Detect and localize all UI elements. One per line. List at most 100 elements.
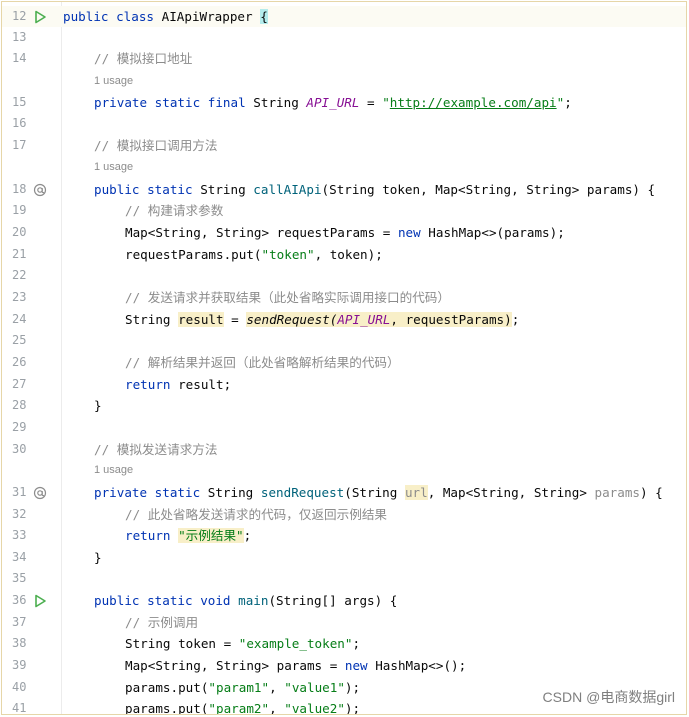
code-line-17[interactable]: 17 // 模拟接口调用方法 xyxy=(2,135,686,156)
code-text: } xyxy=(94,550,102,565)
line-number: 31 xyxy=(12,485,27,499)
line-number: 33 xyxy=(12,528,27,542)
line-number: 29 xyxy=(12,420,27,434)
code-text: public static String callAIApi(String to… xyxy=(94,182,656,197)
line-number: 40 xyxy=(12,680,27,694)
line-number: 26 xyxy=(12,355,27,369)
code-line-18[interactable]: 18 public static String callAIApi(String… xyxy=(2,179,686,200)
line-number: 25 xyxy=(12,333,27,347)
code-comment: // 构建请求参数 xyxy=(125,203,224,218)
code-line-14[interactable]: 14 // 模拟接口地址 xyxy=(2,48,686,69)
usage-hint[interactable]: 1 usage xyxy=(2,71,686,92)
matched-brace: { xyxy=(260,9,268,24)
line-number: 18 xyxy=(12,182,27,196)
code-line-25[interactable]: 25 xyxy=(2,330,686,351)
line-number: 21 xyxy=(12,247,27,261)
at-gutter-icon[interactable] xyxy=(33,183,47,197)
run-gutter-icon[interactable] xyxy=(33,594,47,608)
url-link[interactable]: http://example.com/api xyxy=(390,95,557,110)
code-line-21[interactable]: 21 requestParams.put("token", token); xyxy=(2,244,686,265)
code-line-16[interactable]: 16 xyxy=(2,113,686,134)
code-text: String token = "example_token"; xyxy=(125,636,361,651)
warning-highlight[interactable]: sendRequest(API_URL, requestParams) xyxy=(246,312,512,327)
code-text: Map<String, String> requestParams = new … xyxy=(125,225,565,240)
line-number: 27 xyxy=(12,377,27,391)
line-number: 13 xyxy=(12,30,27,44)
code-line-35[interactable]: 35 xyxy=(2,568,686,589)
code-line-29[interactable]: 29 xyxy=(2,417,686,438)
string-highlight: "示例结果" xyxy=(178,528,244,543)
code-text: private static String sendRequest(String… xyxy=(94,485,663,500)
code-line-31[interactable]: 31 private static String sendRequest(Str… xyxy=(2,482,686,503)
code-line-12[interactable]: 12 public class AIApiWrapper { xyxy=(2,6,686,27)
usage-label[interactable]: 1 usage xyxy=(94,71,133,92)
at-gutter-icon[interactable] xyxy=(33,486,47,500)
line-number: 34 xyxy=(12,550,27,564)
code-text: public static void main(String[] args) { xyxy=(94,593,398,608)
code-text: Map<String, String> params = new HashMap… xyxy=(125,658,467,673)
code-comment: // 模拟发送请求方法 xyxy=(94,442,218,457)
code-text: } xyxy=(94,398,102,413)
line-number: 30 xyxy=(12,442,27,456)
line-number: 20 xyxy=(12,225,27,239)
line-number: 15 xyxy=(12,95,27,109)
line-number: 19 xyxy=(12,203,27,217)
line-number: 16 xyxy=(12,116,27,130)
line-number: 28 xyxy=(12,398,27,412)
usage-label[interactable]: 1 usage xyxy=(94,460,133,481)
code-comment: // 示例调用 xyxy=(125,615,199,630)
line-number: 38 xyxy=(12,636,27,650)
code-text: public class AIApiWrapper { xyxy=(63,9,268,24)
code-line-13[interactable]: 13 xyxy=(2,27,686,48)
line-number: 39 xyxy=(12,658,27,672)
code-line-23[interactable]: 23 // 发送请求并获取结果（此处省略实际调用接口的代码） xyxy=(2,287,686,308)
code-text: return result; xyxy=(125,377,232,392)
usage-label[interactable]: 1 usage xyxy=(94,157,133,178)
code-line-20[interactable]: 20 Map<String, String> requestParams = n… xyxy=(2,222,686,243)
code-comment: // 解析结果并返回（此处省略解析结果的代码） xyxy=(125,355,400,370)
code-line-33[interactable]: 33 return "示例结果"; xyxy=(2,525,686,546)
code-comment: // 此处省略发送请求的代码，仅返回示例结果 xyxy=(125,507,388,522)
watermark: CSDN @电商数据girl xyxy=(542,689,675,705)
line-number: 36 xyxy=(12,593,27,607)
code-line-38[interactable]: 38 String token = "example_token"; xyxy=(2,633,686,654)
line-number: 41 xyxy=(12,701,27,715)
code-text: return "示例结果"; xyxy=(125,528,252,543)
code-text: private static final String API_URL = "h… xyxy=(94,95,572,110)
line-number: 23 xyxy=(12,290,27,304)
code-line-34[interactable]: 34 } xyxy=(2,547,686,568)
code-text: requestParams.put("token", token); xyxy=(125,247,383,262)
code-comment: // 模拟接口调用方法 xyxy=(94,138,218,153)
run-gutter-icon[interactable] xyxy=(33,10,47,24)
code-comment: // 模拟接口地址 xyxy=(94,51,193,66)
code-comment: // 发送请求并获取结果（此处省略实际调用接口的代码） xyxy=(125,290,450,305)
line-number: 37 xyxy=(12,615,27,629)
code-line-27[interactable]: 27 return result; xyxy=(2,374,686,395)
code-text: params.put("param1", "value1"); xyxy=(125,680,361,695)
line-number: 24 xyxy=(12,312,27,326)
code-line-39[interactable]: 39 Map<String, String> params = new Hash… xyxy=(2,655,686,676)
unused-param: params xyxy=(594,485,641,500)
usage-hint[interactable]: 1 usage xyxy=(2,157,686,178)
warning-highlight: result xyxy=(178,312,224,327)
code-line-15[interactable]: 15 private static final String API_URL =… xyxy=(2,92,686,113)
code-line-32[interactable]: 32 // 此处省略发送请求的代码，仅返回示例结果 xyxy=(2,504,686,525)
code-line-22[interactable]: 22 xyxy=(2,265,686,286)
unused-param-highlight: url xyxy=(404,485,428,500)
line-number: 14 xyxy=(12,51,27,65)
line-number: 22 xyxy=(12,268,27,282)
code-line-19[interactable]: 19 // 构建请求参数 xyxy=(2,200,686,221)
line-number: 32 xyxy=(12,507,27,521)
code-line-30[interactable]: 30 // 模拟发送请求方法 xyxy=(2,439,686,460)
line-number: 12 xyxy=(12,9,27,23)
code-line-26[interactable]: 26 // 解析结果并返回（此处省略解析结果的代码） xyxy=(2,352,686,373)
code-line-36[interactable]: 36 public static void main(String[] args… xyxy=(2,590,686,611)
code-editor[interactable]: 12 public class AIApiWrapper { 13 14 // … xyxy=(1,1,687,715)
code-text: String result = sendRequest(API_URL, req… xyxy=(125,312,520,327)
code-line-37[interactable]: 37 // 示例调用 xyxy=(2,612,686,633)
code-text: params.put("param2", "value2"); xyxy=(125,701,361,715)
usage-hint[interactable]: 1 usage xyxy=(2,460,686,481)
code-line-24[interactable]: 24 String result = sendRequest(API_URL, … xyxy=(2,309,686,330)
line-number: 17 xyxy=(12,138,27,152)
code-line-28[interactable]: 28 } xyxy=(2,395,686,416)
